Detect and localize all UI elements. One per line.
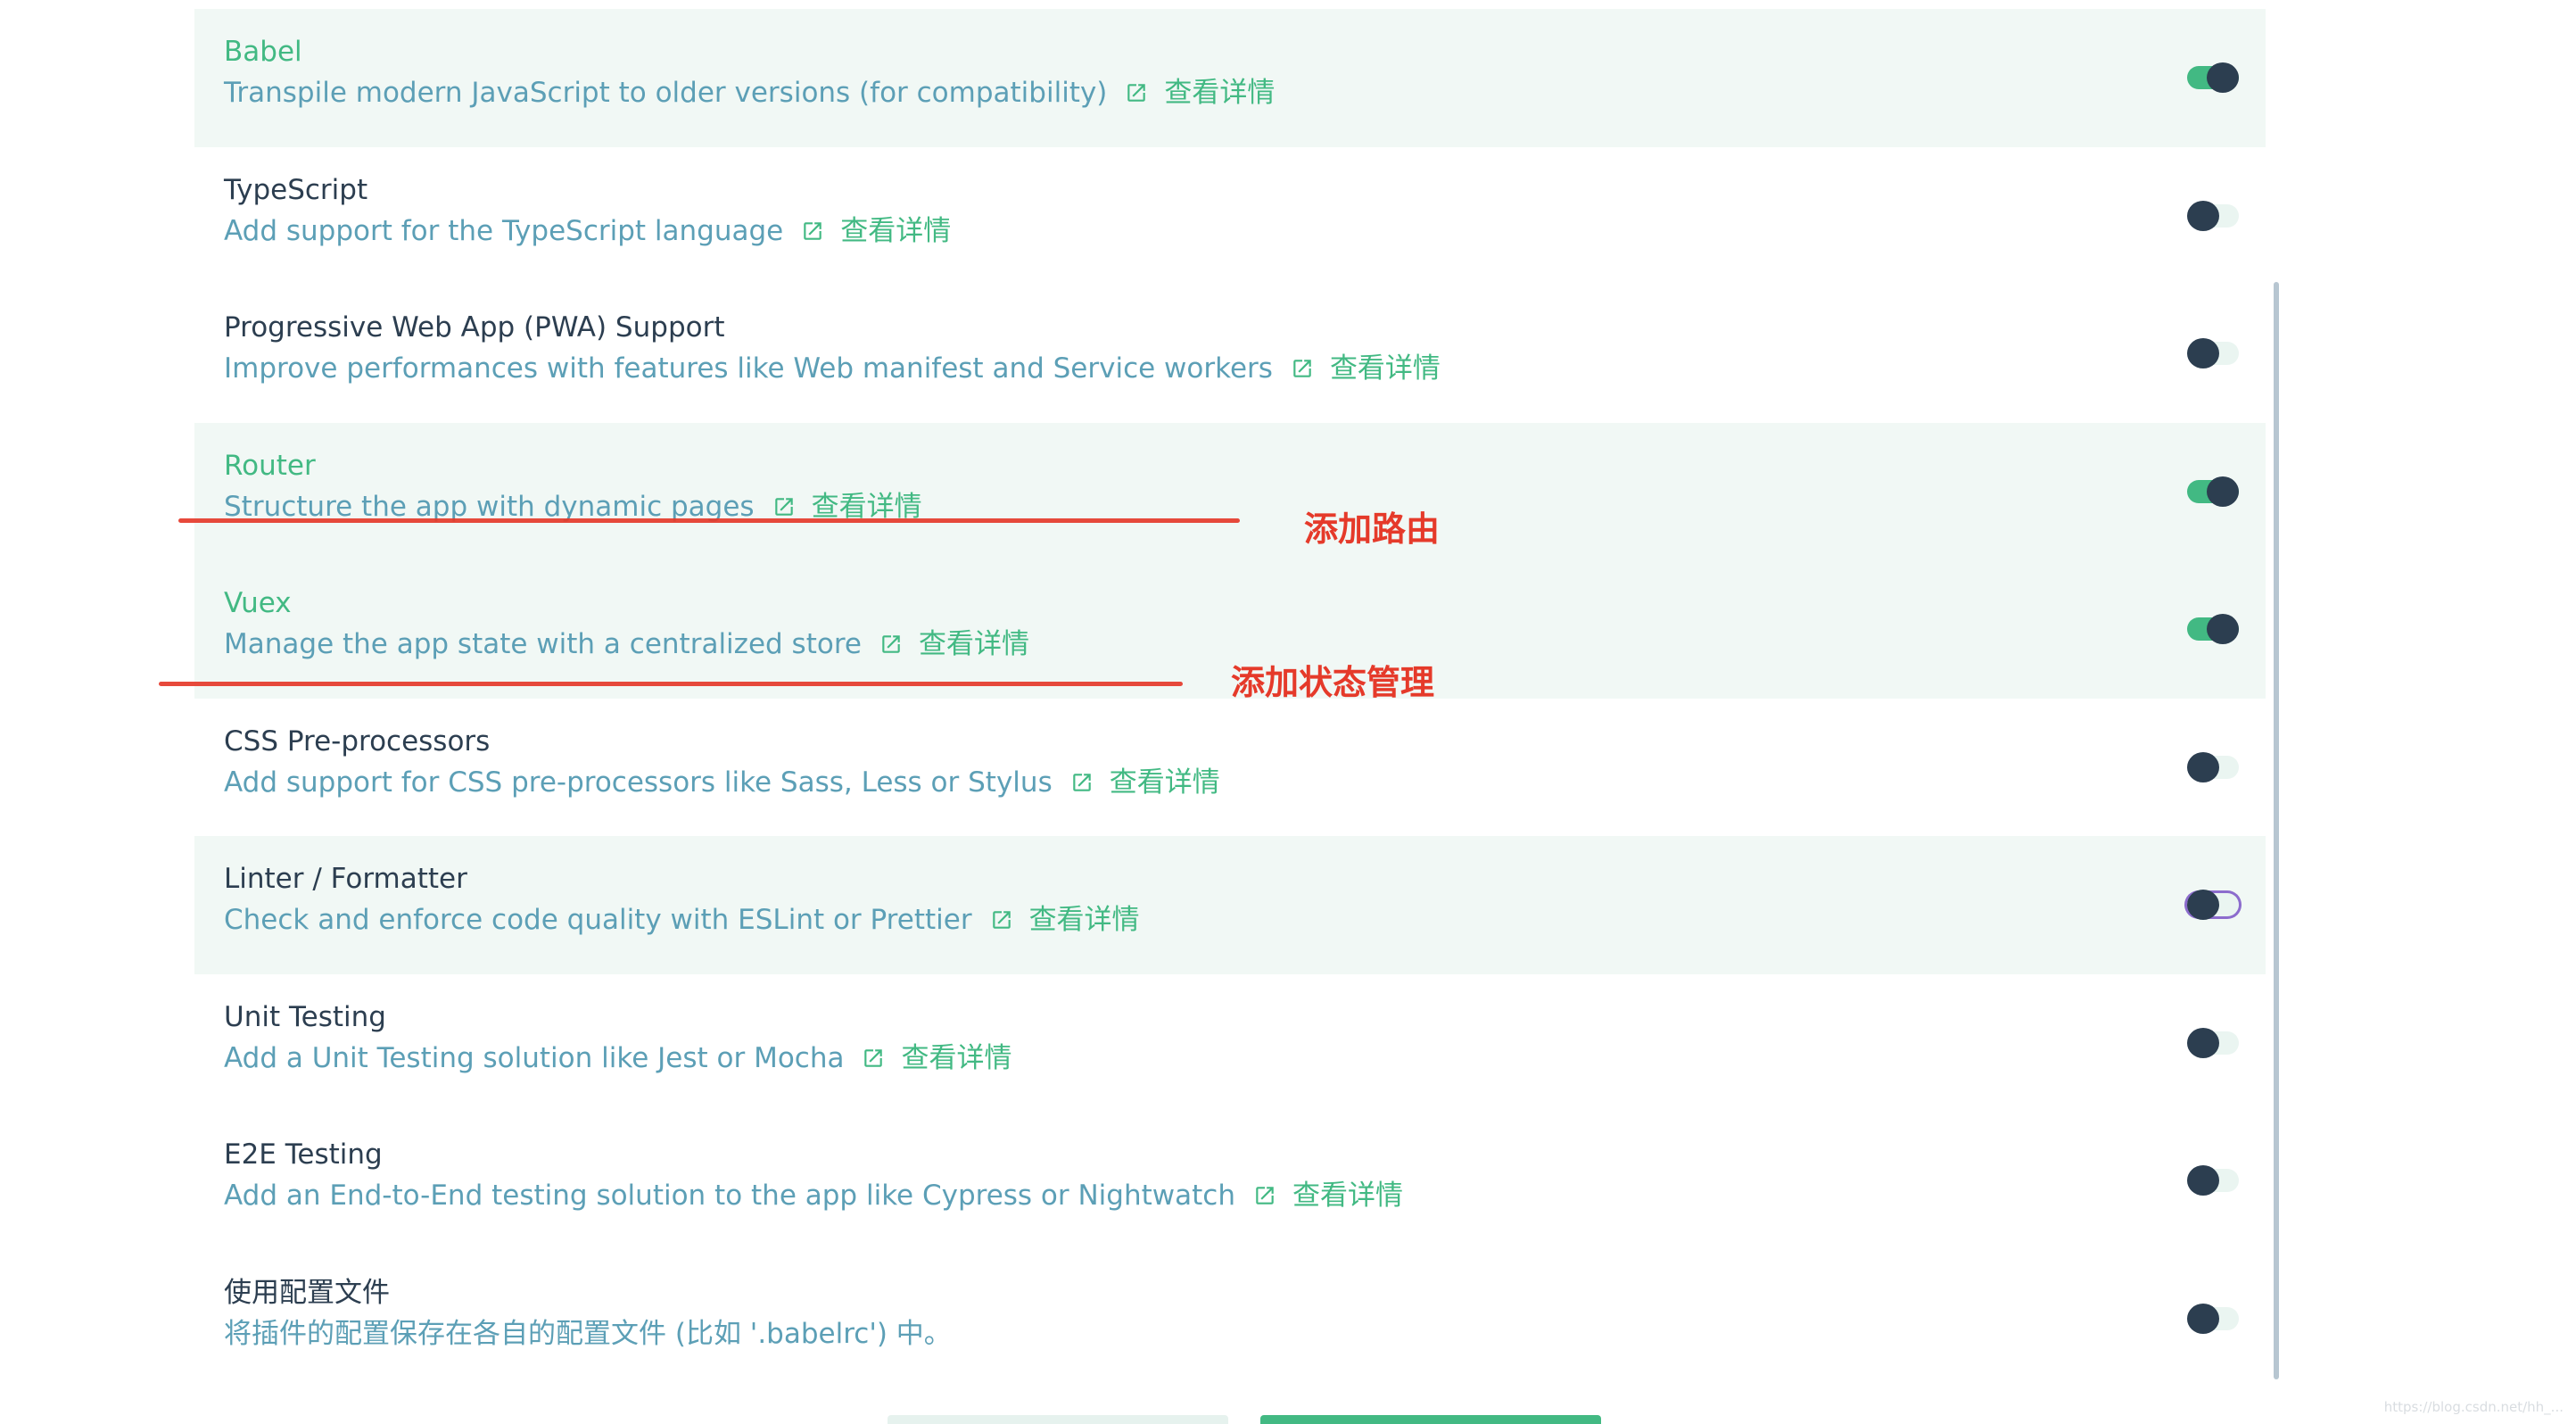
feature-name: CSS Pre-processors: [224, 724, 491, 758]
feature-name: Vuex: [224, 587, 292, 619]
feature-description: Check and enforce code quality with ESLi…: [224, 902, 1140, 938]
feature-item-typescript[interactable]: TypeScript Add support for the TypeScrip…: [194, 147, 2266, 286]
feature-item-router[interactable]: Router Structure the app with dynamic pa…: [194, 422, 2266, 560]
feature-description-text: Add a Unit Testing solution like Jest or…: [224, 1041, 845, 1074]
feature-name: E2E Testing: [224, 1138, 383, 1171]
feature-toggle-unit-testing[interactable]: [2187, 1027, 2239, 1058]
scrollbar[interactable]: [2274, 282, 2279, 1379]
feature-name: Progressive Web App (PWA) Support: [224, 311, 725, 344]
feature-toggle-typescript[interactable]: [2187, 200, 2239, 231]
external-link-icon[interactable]: [801, 219, 824, 243]
annotation-router-label: 添加路由: [1304, 509, 1441, 549]
project-features-page: Babel Transpile modern JavaScript to old…: [0, 0, 2576, 1424]
feature-description-text: Manage the app state with a centralized …: [224, 628, 862, 660]
annotation-vuex-label: 添加状态管理: [1231, 663, 1435, 702]
more-info-link[interactable]: 查看详情: [901, 1040, 1011, 1076]
annotation-underline-router: [178, 518, 1240, 523]
feature-toggle-css-preprocessors[interactable]: [2187, 751, 2239, 782]
feature-description-text: 将插件的配置保存在各自的配置文件 (比如 '.babelrc') 中。: [224, 1317, 952, 1350]
toggle-knob: [2187, 338, 2219, 368]
feature-description-text: Add an End-to-End testing solution to th…: [224, 1180, 1235, 1212]
feature-description: Manage the app state with a centralized …: [224, 626, 1029, 662]
feature-name: Router: [224, 449, 316, 482]
feature-toggle-router[interactable]: [2187, 476, 2239, 507]
feature-item-pwa[interactable]: Progressive Web App (PWA) Support Improv…: [194, 285, 2266, 423]
feature-toggle-e2e-testing[interactable]: [2187, 1165, 2239, 1196]
feature-item-unit-testing[interactable]: Unit Testing Add a Unit Testing solution…: [194, 974, 2266, 1113]
feature-description: Transpile modern JavaScript to older ver…: [224, 75, 1275, 111]
feature-description-text: Add support for the TypeScript language: [224, 214, 784, 247]
toggle-knob: [2187, 890, 2219, 920]
feature-description-text: Transpile modern JavaScript to older ver…: [224, 77, 1108, 109]
feature-description: Add support for CSS pre-processors like …: [224, 765, 1220, 800]
toggle-knob: [2187, 1165, 2219, 1196]
feature-description: Add a Unit Testing solution like Jest or…: [224, 1040, 1011, 1076]
feature-description-text: Check and enforce code quality with ESLi…: [224, 904, 972, 936]
feature-name: Unit Testing: [224, 1000, 386, 1033]
toggle-knob: [2187, 1027, 2219, 1058]
feature-toggle-config-files[interactable]: [2187, 1303, 2239, 1334]
feature-item-vuex[interactable]: Vuex Manage the app state with a central…: [194, 560, 2266, 699]
external-link-icon[interactable]: [772, 495, 796, 518]
feature-item-config-files[interactable]: 使用配置文件 将插件的配置保存在各自的配置文件 (比如 '.babelrc') …: [194, 1250, 2266, 1388]
external-link-icon[interactable]: [1291, 357, 1314, 380]
more-info-link[interactable]: 查看详情: [1164, 75, 1275, 111]
feature-item-e2e-testing[interactable]: E2E Testing Add an End-to-End testing so…: [194, 1112, 2266, 1250]
feature-toggle-vuex[interactable]: [2187, 614, 2239, 644]
feature-name: TypeScript: [224, 173, 368, 206]
feature-name: Babel: [224, 36, 302, 68]
feature-description: 将插件的配置保存在各自的配置文件 (比如 '.babelrc') 中。: [224, 1316, 952, 1352]
feature-toggle-babel[interactable]: [2187, 62, 2239, 93]
external-link-icon[interactable]: [1125, 81, 1148, 104]
more-info-link[interactable]: 查看详情: [840, 213, 951, 249]
toggle-knob: [2207, 614, 2239, 644]
feature-item-css-preprocessors[interactable]: CSS Pre-processors Add support for CSS p…: [194, 699, 2266, 837]
next-button[interactable]: [1260, 1415, 1601, 1424]
toggle-knob: [2187, 751, 2219, 782]
feature-list: Babel Transpile modern JavaScript to old…: [194, 9, 2266, 1387]
previous-button[interactable]: [888, 1415, 1228, 1424]
more-info-link[interactable]: 查看详情: [1110, 765, 1220, 800]
toggle-knob: [2207, 62, 2239, 93]
feature-name: 使用配置文件: [224, 1276, 390, 1309]
more-info-link[interactable]: 查看详情: [1029, 902, 1140, 938]
feature-toggle-pwa[interactable]: [2187, 338, 2239, 368]
feature-toggle-linter[interactable]: [2187, 890, 2239, 920]
more-info-link[interactable]: 查看详情: [1330, 351, 1441, 386]
external-link-icon[interactable]: [879, 633, 903, 656]
external-link-icon[interactable]: [990, 908, 1013, 931]
toggle-knob: [2207, 476, 2239, 507]
more-info-link[interactable]: 查看详情: [919, 626, 1029, 662]
external-link-icon[interactable]: [1070, 771, 1094, 794]
external-link-icon[interactable]: [1253, 1184, 1276, 1207]
feature-name: Linter / Formatter: [224, 863, 467, 895]
feature-description-text: Add support for CSS pre-processors like …: [224, 766, 1053, 799]
more-info-link[interactable]: 查看详情: [1292, 1178, 1403, 1213]
external-link-icon[interactable]: [862, 1047, 885, 1070]
annotation-underline-vuex: [159, 682, 1183, 686]
feature-item-linter[interactable]: Linter / Formatter Check and enforce cod…: [194, 836, 2266, 974]
watermark: https://blog.csdn.net/hh_...: [2383, 1399, 2564, 1415]
feature-item-babel[interactable]: Babel Transpile modern JavaScript to old…: [194, 9, 2266, 147]
toggle-knob: [2187, 200, 2219, 231]
feature-description: Add support for the TypeScript language …: [224, 213, 951, 249]
feature-description: Add an End-to-End testing solution to th…: [224, 1178, 1403, 1213]
toggle-knob: [2187, 1303, 2219, 1334]
feature-description: Improve performances with features like …: [224, 351, 1441, 386]
feature-description-text: Improve performances with features like …: [224, 352, 1273, 385]
